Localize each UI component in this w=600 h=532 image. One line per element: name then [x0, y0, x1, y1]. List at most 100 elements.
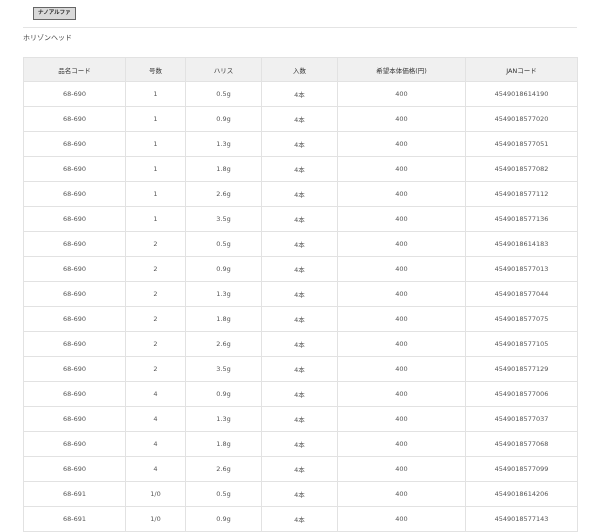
cell-jan-code: 4549018577006: [465, 381, 578, 407]
cell-quantity: 4本: [261, 131, 338, 157]
header-jan-code: JANコード: [465, 57, 578, 82]
cell-quantity: 4本: [261, 406, 338, 432]
cell-price: 400: [337, 106, 466, 132]
cell-quantity: 4本: [261, 306, 338, 332]
cell-product-code: 68-690: [23, 156, 126, 182]
cell-product-code: 68-690: [23, 181, 126, 207]
cell-quantity: 4本: [261, 281, 338, 307]
table-row: 68-690 1 1.8g 4本 400 4549018577082: [23, 156, 578, 182]
cell-jan-code: 4549018577129: [465, 356, 578, 382]
cell-price: 400: [337, 206, 466, 232]
header-size: 号数: [125, 57, 186, 82]
cell-harris: 3.5g: [185, 356, 262, 382]
cell-quantity: 4本: [261, 381, 338, 407]
cell-jan-code: 4549018577136: [465, 206, 578, 232]
cell-harris: 1.8g: [185, 431, 262, 457]
cell-size: 1: [125, 206, 186, 232]
table-row: 68-690 1 1.3g 4本 400 4549018577051: [23, 131, 578, 157]
cell-jan-code: 4549018577143: [465, 506, 578, 532]
cell-harris: 2.6g: [185, 331, 262, 357]
cell-product-code: 68-690: [23, 106, 126, 132]
cell-price: 400: [337, 356, 466, 382]
cell-price: 400: [337, 381, 466, 407]
cell-jan-code: 4549018577068: [465, 431, 578, 457]
cell-jan-code: 4549018577044: [465, 281, 578, 307]
table-row: 68-690 1 0.9g 4本 400 4549018577020: [23, 106, 578, 132]
cell-product-code: 68-690: [23, 381, 126, 407]
table-header-row: 品名コード 号数 ハリス 入数 希望本体価格(円) JANコード: [23, 57, 578, 82]
cell-price: 400: [337, 81, 466, 107]
cell-harris: 1.3g: [185, 281, 262, 307]
cell-price: 400: [337, 506, 466, 532]
cell-price: 400: [337, 181, 466, 207]
table-row: 68-690 2 3.5g 4本 400 4549018577129: [23, 356, 578, 382]
cell-price: 400: [337, 331, 466, 357]
cell-size: 2: [125, 306, 186, 332]
product-badge: ナノアルファ: [33, 7, 76, 20]
cell-jan-code: 4549018577112: [465, 181, 578, 207]
cell-size: 1: [125, 181, 186, 207]
header-product-code: 品名コード: [23, 57, 126, 82]
cell-price: 400: [337, 306, 466, 332]
cell-size: 2: [125, 281, 186, 307]
cell-harris: 2.6g: [185, 181, 262, 207]
header-harris: ハリス: [185, 57, 262, 82]
cell-harris: 1.3g: [185, 406, 262, 432]
cell-price: 400: [337, 406, 466, 432]
cell-harris: 1.8g: [185, 306, 262, 332]
cell-size: 4: [125, 381, 186, 407]
table-body: 68-690 1 0.5g 4本 400 4549018614190 68-690 1 0.9g…: [23, 81, 578, 532]
cell-jan-code: 4549018577082: [465, 156, 578, 182]
cell-price: 400: [337, 456, 466, 482]
cell-product-code: 68-690: [23, 456, 126, 482]
cell-quantity: 4本: [261, 206, 338, 232]
table-row: 68-690 1 2.6g 4本 400 4549018577112: [23, 181, 578, 207]
table-row: 68-690 2 1.3g 4本 400 4549018577044: [23, 281, 578, 307]
cell-product-code: 68-690: [23, 281, 126, 307]
cell-quantity: 4本: [261, 181, 338, 207]
cell-quantity: 4本: [261, 356, 338, 382]
cell-price: 400: [337, 431, 466, 457]
cell-jan-code: 4549018577020: [465, 106, 578, 132]
cell-price: 400: [337, 131, 466, 157]
cell-size: 1/0: [125, 481, 186, 507]
cell-size: 1: [125, 106, 186, 132]
table-row: 68-691 1/0 0.9g 4本 400 4549018577143: [23, 506, 578, 532]
table-row: 68-690 2 0.9g 4本 400 4549018577013: [23, 256, 578, 282]
cell-product-code: 68-690: [23, 256, 126, 282]
cell-jan-code: 4549018577037: [465, 406, 578, 432]
cell-harris: 3.5g: [185, 206, 262, 232]
cell-size: 4: [125, 406, 186, 432]
cell-price: 400: [337, 231, 466, 257]
cell-jan-code: 4549018577099: [465, 456, 578, 482]
cell-harris: 0.5g: [185, 81, 262, 107]
cell-jan-code: 4549018614183: [465, 231, 578, 257]
cell-product-code: 68-690: [23, 431, 126, 457]
divider: [23, 27, 577, 28]
cell-product-code: 68-690: [23, 231, 126, 257]
table-row: 68-690 2 0.5g 4本 400 4549018614183: [23, 231, 578, 257]
cell-size: 4: [125, 456, 186, 482]
cell-product-code: 68-690: [23, 206, 126, 232]
cell-size: 4: [125, 431, 186, 457]
cell-size: 2: [125, 331, 186, 357]
cell-size: 1: [125, 81, 186, 107]
cell-price: 400: [337, 256, 466, 282]
cell-size: 2: [125, 356, 186, 382]
cell-size: 1: [125, 156, 186, 182]
cell-jan-code: 4549018577051: [465, 131, 578, 157]
cell-price: 400: [337, 481, 466, 507]
cell-product-code: 68-691: [23, 481, 126, 507]
cell-price: 400: [337, 156, 466, 182]
table-row: 68-691 1/0 0.5g 4本 400 4549018614206: [23, 481, 578, 507]
cell-harris: 0.9g: [185, 106, 262, 132]
cell-quantity: 4本: [261, 256, 338, 282]
cell-quantity: 4本: [261, 431, 338, 457]
cell-jan-code: 4549018577075: [465, 306, 578, 332]
cell-harris: 2.6g: [185, 456, 262, 482]
spec-table: 品名コード 号数 ハリス 入数 希望本体価格(円) JANコード 68-690 1…: [23, 57, 578, 532]
cell-size: 1: [125, 131, 186, 157]
cell-quantity: 4本: [261, 156, 338, 182]
section-title: ホリゾンヘッド: [23, 34, 72, 42]
cell-product-code: 68-690: [23, 306, 126, 332]
